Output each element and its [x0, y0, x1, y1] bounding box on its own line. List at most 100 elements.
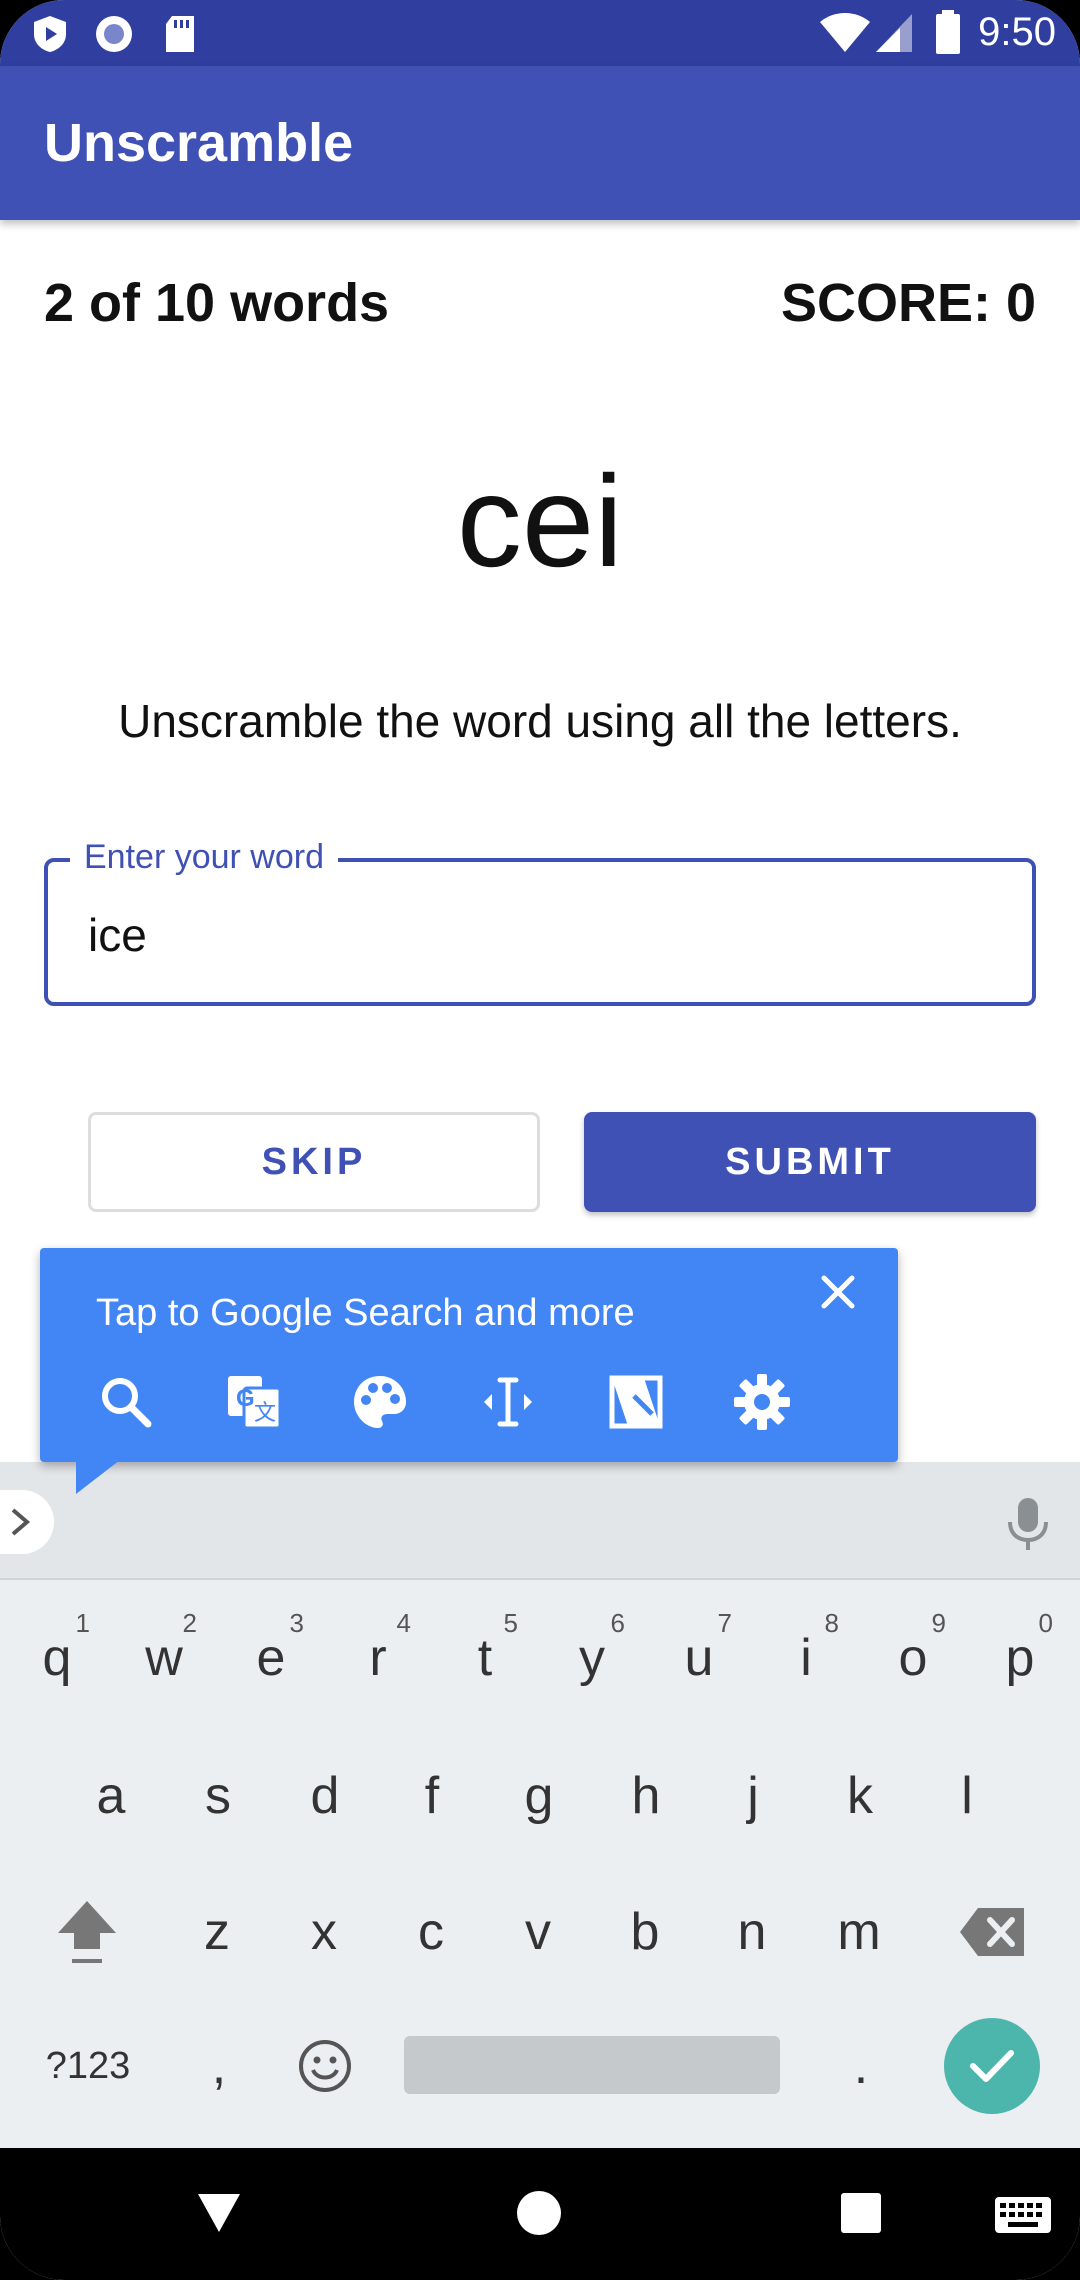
key-label: q — [42, 1629, 72, 1687]
key-n[interactable]: n — [699, 1872, 805, 1992]
text-select-icon[interactable] — [476, 1370, 540, 1434]
submit-button[interactable]: SUBMIT — [584, 1112, 1036, 1212]
key-m[interactable]: m — [806, 1872, 912, 1992]
chevron-right-icon — [11, 1508, 31, 1536]
key-label: e — [256, 1629, 286, 1687]
key-hint: 5 — [503, 1608, 518, 1638]
svg-text:G: G — [236, 1385, 255, 1412]
instructions: Unscramble the word using all the letter… — [118, 695, 962, 747]
suggestion-bar — [0, 1462, 1080, 1580]
key-label: w — [145, 1629, 183, 1687]
key-d[interactable]: d — [272, 1736, 378, 1856]
app-title: Unscramble — [44, 113, 354, 173]
app-bar: Unscramble — [0, 66, 1080, 220]
status-bar: 9:50 — [0, 0, 1080, 66]
key-label: u — [684, 1629, 714, 1687]
translate-icon[interactable]: G 文 — [222, 1370, 286, 1434]
key-u[interactable]: u7 — [646, 1598, 752, 1718]
key-q[interactable]: q1 — [4, 1598, 110, 1718]
palette-icon[interactable] — [348, 1370, 412, 1434]
settings-icon[interactable] — [730, 1370, 794, 1434]
enter-key[interactable] — [944, 2018, 1040, 2114]
key-a[interactable]: a — [58, 1736, 164, 1856]
symbols-key[interactable]: ?123 — [28, 2006, 148, 2126]
key-i[interactable]: i8 — [753, 1598, 859, 1718]
key-label: v — [525, 1903, 551, 1961]
key-label: b — [630, 1903, 660, 1961]
key-label: r — [369, 1629, 387, 1687]
key-label: i — [800, 1629, 812, 1687]
key-label: f — [424, 1767, 440, 1825]
key-h[interactable]: h — [593, 1736, 699, 1856]
key-z[interactable]: z — [164, 1872, 270, 1992]
microphone-icon[interactable] — [1006, 1496, 1050, 1552]
key-p[interactable]: p0 — [967, 1598, 1073, 1718]
key-label: h — [631, 1767, 661, 1825]
key-w[interactable]: w2 — [111, 1598, 217, 1718]
recents-icon[interactable] — [840, 2192, 882, 2234]
key-label: z — [204, 1903, 230, 1961]
word-input-value[interactable]: ice — [88, 908, 147, 962]
key-label: k — [847, 1767, 873, 1825]
shift-key[interactable] — [34, 1872, 140, 1992]
key-label: p — [1005, 1629, 1035, 1687]
back-icon[interactable] — [196, 2192, 242, 2234]
emoji-key[interactable] — [272, 2006, 378, 2126]
tooltip-pointer — [76, 1460, 120, 1494]
key-hint: 9 — [931, 1608, 946, 1638]
key-label: a — [96, 1767, 126, 1825]
key-e[interactable]: e3 — [218, 1598, 324, 1718]
comma-key[interactable]: , — [166, 2006, 272, 2126]
key-g[interactable]: g — [486, 1736, 592, 1856]
screenshot-icon[interactable] — [604, 1370, 668, 1434]
skip-button[interactable]: SKIP — [88, 1112, 540, 1212]
word-input-field[interactable] — [44, 858, 1036, 1006]
period-key[interactable]: . — [808, 2006, 914, 2126]
key-label: s — [205, 1767, 231, 1825]
key-label: c — [418, 1903, 444, 1961]
word-input-label: Enter your word — [70, 838, 338, 877]
key-o[interactable]: o9 — [860, 1598, 966, 1718]
google-search-tooltip[interactable]: Tap to Google Search and more G 文 — [40, 1248, 898, 1462]
key-hint: 0 — [1038, 1608, 1053, 1638]
navigation-bar — [0, 2148, 1080, 2280]
phone-screen: 9:50 Unscramble 2 of 10 words SCORE: 0 c… — [0, 0, 1080, 2280]
key-j[interactable]: j — [700, 1736, 806, 1856]
key-c[interactable]: c — [378, 1872, 484, 1992]
key-label: j — [747, 1767, 759, 1825]
key-b[interactable]: b — [592, 1872, 698, 1992]
tooltip-text: Tap to Google Search and more — [96, 1292, 635, 1334]
shield-play-icon — [34, 16, 66, 52]
search-icon[interactable] — [94, 1370, 158, 1434]
expand-suggestions-button[interactable] — [0, 1490, 54, 1554]
key-r[interactable]: r4 — [325, 1598, 431, 1718]
key-hint: 8 — [824, 1608, 839, 1638]
key-hint: 4 — [396, 1608, 411, 1638]
record-icon — [96, 16, 132, 52]
score: SCORE: 0 — [780, 273, 1036, 333]
clock: 9:50 — [978, 10, 1056, 54]
key-s[interactable]: s — [165, 1736, 271, 1856]
signal-icon — [876, 14, 912, 52]
key-label: d — [310, 1767, 340, 1825]
sd-card-icon — [166, 16, 194, 52]
key-label: g — [524, 1767, 554, 1825]
scrambled-word: cei — [456, 448, 624, 594]
key-hint: 1 — [75, 1608, 90, 1638]
key-label: l — [961, 1767, 973, 1825]
backspace-key[interactable] — [940, 1872, 1046, 1992]
key-label: n — [737, 1903, 767, 1961]
key-x[interactable]: x — [271, 1872, 377, 1992]
key-t[interactable]: t5 — [432, 1598, 538, 1718]
keyboard-switch-icon[interactable] — [994, 2196, 1052, 2234]
space-key[interactable] — [404, 2036, 780, 2094]
soft-keyboard: q1w2e3r4t5y6u7i8o9p0asdfghjklzxcvbnm ?12… — [0, 1462, 1080, 2148]
home-icon[interactable] — [516, 2190, 562, 2236]
key-f[interactable]: f — [379, 1736, 485, 1856]
key-label: x — [311, 1903, 337, 1961]
close-icon[interactable] — [808, 1262, 868, 1322]
key-l[interactable]: l — [914, 1736, 1020, 1856]
key-v[interactable]: v — [485, 1872, 591, 1992]
key-k[interactable]: k — [807, 1736, 913, 1856]
key-y[interactable]: y6 — [539, 1598, 645, 1718]
